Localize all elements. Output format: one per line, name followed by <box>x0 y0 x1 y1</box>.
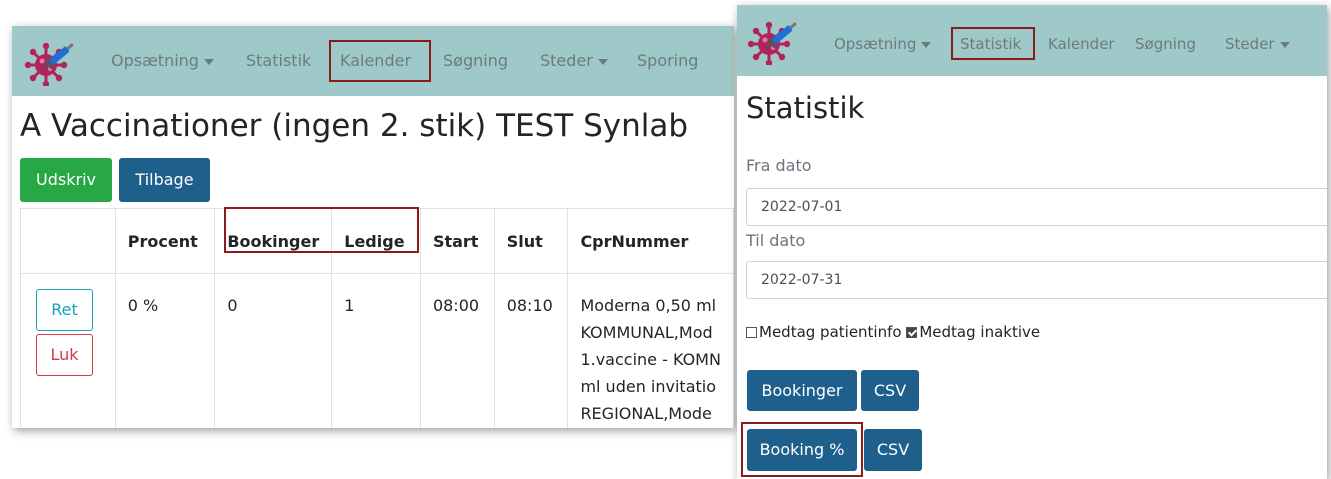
actions-cell: Ret Luk <box>20 273 116 428</box>
cpr-line: 1.vaccine - KOMN <box>580 350 721 369</box>
to-date-input[interactable]: 2022-07-31 <box>746 261 1327 299</box>
col-header-cprnummer: CprNummer <box>567 208 734 274</box>
include-inactive-checkbox[interactable] <box>906 327 918 338</box>
edit-button[interactable]: Ret <box>36 289 93 331</box>
procent-cell: 0 % <box>114 273 216 428</box>
bookings-table: Procent Bookinger Ledige Start Slut CprN… <box>20 208 734 428</box>
nav-label: Opsætning <box>111 51 199 70</box>
page-title: Statistik <box>746 91 865 125</box>
col-header-bookinger: Bookinger <box>214 208 333 274</box>
page-title: A Vaccinationer (ingen 2. stik) TEST Syn… <box>20 108 689 144</box>
virus-syringe-icon[interactable] <box>747 17 803 65</box>
nav-soegning[interactable]: Søgning <box>443 26 508 96</box>
calendar-window: Opsætning Statistik Kalender Søgning Ste… <box>12 26 734 428</box>
from-date-input[interactable]: 2022-07-01 <box>746 188 1327 226</box>
include-inactive-label: Medtag inaktive <box>919 323 1041 341</box>
nav-kalender[interactable]: Kalender <box>1048 5 1115 83</box>
booking-percent-csv-button[interactable]: CSV <box>864 429 922 471</box>
start-cell: 08:00 <box>419 273 495 428</box>
statistics-window: Opsætning Statistik Kalender Søgning Ste… <box>737 5 1327 479</box>
nav-label: Steder <box>1225 35 1275 53</box>
caret-down-icon <box>1279 41 1290 48</box>
cpr-line: REGIONAL,Mode <box>580 404 712 423</box>
nav-label: Opsætning <box>834 35 917 53</box>
bookinger-button[interactable]: Bookinger <box>747 370 857 411</box>
nav-statistik[interactable]: Statistik <box>960 5 1021 83</box>
col-header-actions <box>20 208 116 274</box>
col-header-ledige: Ledige <box>331 208 421 274</box>
print-button[interactable]: Udskriv <box>20 158 112 202</box>
caret-down-icon <box>597 58 608 65</box>
ledige-cell: 1 <box>331 273 421 428</box>
nav-sporing[interactable]: Sporing <box>637 26 698 96</box>
virus-syringe-icon[interactable] <box>24 38 80 86</box>
nav-soegning[interactable]: Søgning <box>1135 5 1196 83</box>
caret-down-icon <box>203 58 214 65</box>
navbar: Opsætning Statistik Kalender Søgning Ste… <box>737 5 1327 76</box>
close-button[interactable]: Luk <box>36 334 93 376</box>
navbar: Opsætning Statistik Kalender Søgning Ste… <box>12 26 734 96</box>
nav-opsaetning[interactable]: Opsætning <box>834 5 932 83</box>
table-header-row: Procent Bookinger Ledige Start Slut CprN… <box>20 208 734 274</box>
bookinger-csv-button[interactable]: CSV <box>861 370 919 411</box>
nav-opsaetning[interactable]: Opsætning <box>111 26 214 96</box>
nav-steder[interactable]: Steder <box>1225 5 1290 83</box>
back-button[interactable]: Tilbage <box>119 158 210 202</box>
cprnummer-cell: Moderna 0,50 ml KOMMUNAL,Mod 1.vaccine -… <box>567 273 734 428</box>
nav-statistik[interactable]: Statistik <box>246 26 311 96</box>
from-date-label: Fra dato <box>746 156 812 175</box>
slut-cell: 08:10 <box>493 273 569 428</box>
include-patientinfo-checkbox[interactable] <box>746 327 757 338</box>
caret-down-icon <box>921 41 932 48</box>
cpr-line: KOMMUNAL,Mod <box>580 323 713 342</box>
nav-label: Steder <box>540 51 593 70</box>
col-header-start: Start <box>419 208 495 274</box>
to-date-label: Til dato <box>746 231 806 250</box>
bookinger-cell: 0 <box>214 273 333 428</box>
include-patientinfo-label: Medtag patientinfo <box>759 323 902 341</box>
cpr-line: ml uden invitatio <box>580 377 717 396</box>
nav-kalender[interactable]: Kalender <box>340 26 411 96</box>
table-row: Ret Luk 0 % 0 1 08:00 08:10 Moderna 0,50… <box>20 273 734 428</box>
cpr-line: Moderna 0,50 ml <box>580 296 717 315</box>
col-header-procent: Procent <box>114 208 216 274</box>
booking-percent-button[interactable]: Booking % <box>747 429 857 471</box>
options-row: Medtag patientinfo Medtag inaktive <box>746 323 1040 341</box>
col-header-slut: Slut <box>493 208 569 274</box>
nav-steder[interactable]: Steder <box>540 26 608 96</box>
